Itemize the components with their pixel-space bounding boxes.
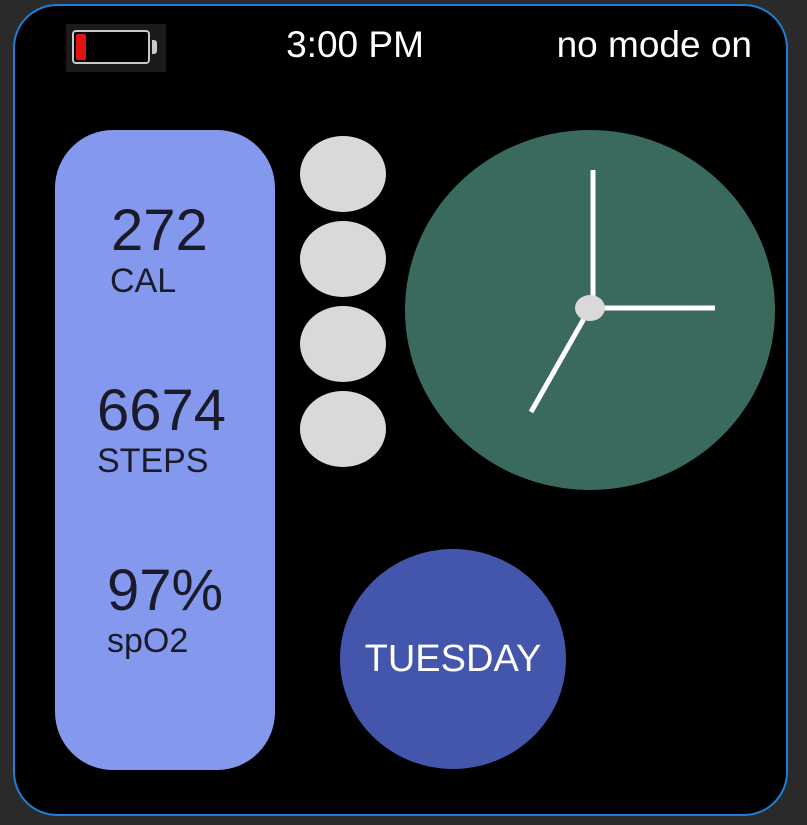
day-widget[interactable]: TUESDAY <box>340 549 566 769</box>
steps-value: 6674 <box>97 378 227 443</box>
spo2-unit: spO2 <box>107 622 189 660</box>
battery-icon <box>72 30 150 64</box>
analog-clock <box>405 130 775 490</box>
clock-center-pin <box>575 295 605 321</box>
battery-indicator <box>66 24 166 72</box>
calories-stat: 272 CAL <box>110 198 208 300</box>
steps-stat: 6674 STEPS <box>97 378 227 480</box>
page-dot-2[interactable] <box>300 221 386 297</box>
calories-unit: CAL <box>110 262 177 300</box>
steps-unit: STEPS <box>97 442 209 480</box>
watch-screen: 3:00 PM no mode on 272 CAL 6674 STEPS 97… <box>13 4 788 816</box>
health-stats-panel[interactable]: 272 CAL 6674 STEPS 97% spO2 <box>55 130 275 770</box>
spo2-stat: 97% spO2 <box>107 558 224 660</box>
battery-level-fill <box>76 34 86 60</box>
page-dot-1[interactable] <box>300 136 386 212</box>
page-dot-3[interactable] <box>300 306 386 382</box>
mode-status[interactable]: no mode on <box>557 24 752 66</box>
status-time: 3:00 PM <box>286 24 424 65</box>
calories-value: 272 <box>111 198 208 263</box>
spo2-value: 97% <box>107 558 224 623</box>
page-dot-4[interactable] <box>300 391 386 467</box>
day-label: TUESDAY <box>364 637 542 680</box>
battery-terminal <box>152 40 157 54</box>
